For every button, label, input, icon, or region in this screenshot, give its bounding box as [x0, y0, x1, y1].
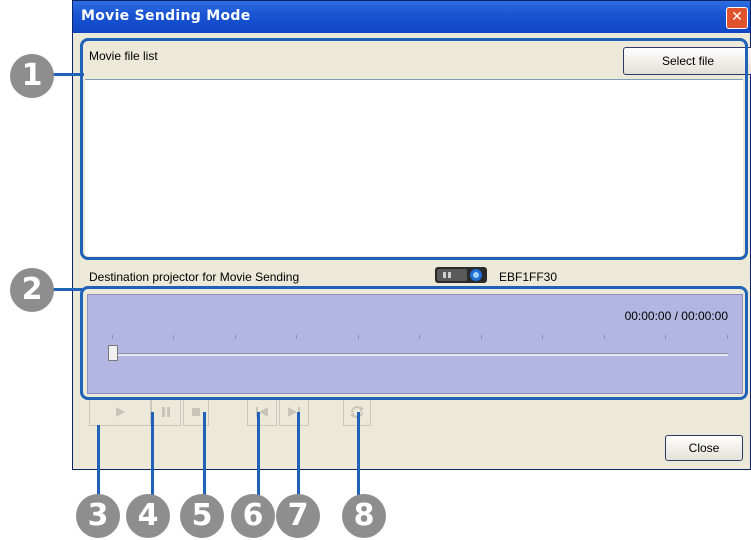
projector-icon	[435, 267, 487, 283]
callout-7: 7	[276, 494, 320, 538]
callout-line-5	[203, 412, 206, 504]
callout-2: 2	[10, 268, 54, 312]
title-bar[interactable]: Movie Sending Mode ✕	[73, 1, 750, 33]
play-button[interactable]	[89, 398, 151, 426]
projector-name: EBF1FF30	[499, 270, 558, 284]
callout-line-7	[297, 412, 300, 504]
window-title: Movie Sending Mode	[81, 8, 251, 24]
close-icon[interactable]: ✕	[726, 7, 748, 29]
callout-6: 6	[231, 494, 275, 538]
pause-icon	[162, 407, 170, 417]
destination-label: Destination projector for Movie Sending	[89, 270, 300, 284]
stop-icon	[192, 408, 200, 416]
callout-frame-playback	[80, 286, 748, 400]
pause-button[interactable]	[151, 398, 181, 426]
callout-line-3	[97, 425, 100, 503]
next-button[interactable]	[279, 398, 309, 426]
callout-line-6	[257, 412, 260, 504]
previous-button[interactable]	[247, 398, 277, 426]
callout-4: 4	[126, 494, 170, 538]
play-icon	[116, 407, 125, 417]
callout-line-2	[52, 288, 84, 291]
callout-line-1	[52, 73, 84, 76]
callout-frame-file-list	[80, 38, 748, 260]
close-button[interactable]: Close	[665, 435, 743, 461]
callout-line-4	[151, 412, 154, 504]
callout-line-8	[357, 412, 360, 504]
callout-5: 5	[180, 494, 224, 538]
callout-3: 3	[76, 494, 120, 538]
callout-1: 1	[10, 54, 54, 98]
callout-8: 8	[342, 494, 386, 538]
